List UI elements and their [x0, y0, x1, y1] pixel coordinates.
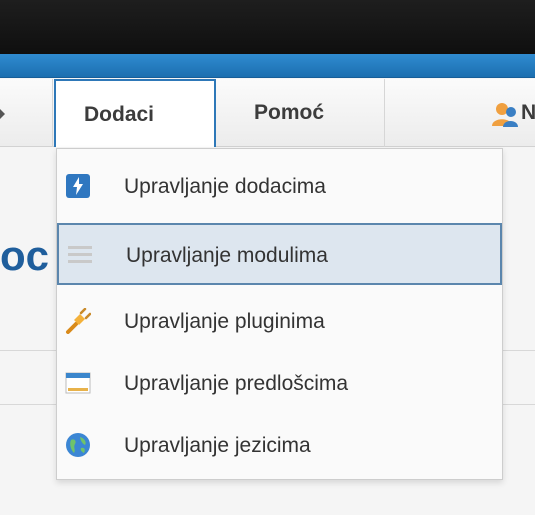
dropdown-item-languages[interactable]: Upravljanje jezicima: [57, 415, 502, 477]
user-icon: [492, 103, 518, 127]
dropdown-item-plugins[interactable]: Upravljanje pluginima: [57, 291, 502, 353]
globe-icon: [66, 433, 90, 457]
dropdown-item-templates[interactable]: Upravljanje predlošcima: [57, 353, 502, 415]
plugin-icon: [66, 308, 91, 334]
menu-arrow-icon: [0, 109, 5, 119]
template-icon: [65, 372, 91, 394]
dropdown-item-label: Upravljanje dodacima: [124, 175, 326, 198]
dropdown-item-modules[interactable]: Upravljanje modulima: [57, 223, 502, 285]
dropdown-item-label: Upravljanje jezicima: [124, 434, 311, 457]
dropdown-item-label: Upravljanje predlošcima: [124, 372, 349, 395]
menu-item-pomoc[interactable]: Pomoć: [222, 79, 384, 147]
header-accent-strip: [0, 54, 535, 78]
menu-separator: [52, 79, 53, 147]
extensions-icon: [66, 174, 90, 198]
modules-icon: [68, 246, 92, 263]
main-menu-bar: Dodaci Pomoć N: [0, 79, 535, 147]
page-title: oc: [0, 232, 50, 279]
dodaci-dropdown-menu: Upravljanje dodacima Upravljanje modulim…: [56, 148, 503, 480]
dropdown-item-extensions[interactable]: Upravljanje dodacima: [57, 156, 502, 218]
dropdown-item-label: Upravljanje modulima: [126, 244, 328, 267]
menu-separator: [384, 79, 385, 147]
menu-item-user-label: N: [521, 101, 535, 124]
admin-top-bar: [0, 0, 535, 54]
menu-item-dodaci[interactable]: Dodaci: [54, 79, 216, 147]
dropdown-item-label: Upravljanje pluginima: [124, 310, 325, 333]
